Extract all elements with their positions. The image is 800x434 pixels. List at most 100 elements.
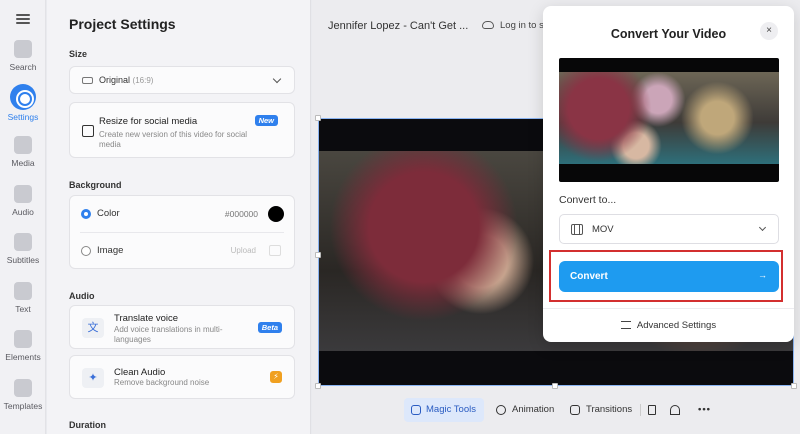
login-label: Log in to sa [500, 20, 550, 31]
rail-item-elements[interactable]: Elements [0, 330, 46, 376]
resize-icon [82, 125, 94, 137]
rail-item-label: Text [15, 304, 31, 314]
magic-tools-label: Magic Tools [426, 404, 476, 415]
size-value: Original [99, 75, 131, 85]
left-rail: Search Settings Media Audio Subtitles Te… [0, 0, 46, 434]
volume-icon [648, 405, 656, 415]
size-select[interactable]: Original (16:9) [69, 66, 295, 94]
translate-title: Translate voice [114, 313, 179, 324]
transitions-button[interactable]: Transitions [568, 398, 632, 422]
resize-handle[interactable] [315, 252, 321, 258]
size-heading: Size [69, 49, 88, 59]
rail-item-label: Subtitles [6, 255, 40, 265]
rail-item-label: Elements [5, 352, 41, 362]
thumbnail-image [559, 72, 779, 164]
chevron-down-icon [758, 223, 767, 232]
color-radio[interactable] [81, 209, 91, 219]
elements-icon [14, 330, 32, 348]
translate-desc: Add voice translations in multi-language… [114, 325, 223, 344]
film-icon [571, 224, 583, 235]
resize-handle[interactable] [552, 383, 558, 389]
new-badge: New [254, 115, 278, 126]
volume-button[interactable] [648, 398, 662, 422]
rail-item-media[interactable]: Media [0, 136, 46, 182]
text-icon [14, 282, 32, 300]
project-settings-panel: Project Settings Size Original (16:9) Re… [47, 0, 311, 434]
color-picker-icon[interactable] [268, 206, 284, 222]
subtitles-icon [14, 233, 32, 251]
project-title[interactable]: Jennifer Lopez - Can't Get ... [328, 20, 468, 32]
format-select[interactable]: MOV [559, 214, 779, 244]
advanced-settings-label: Advanced Settings [636, 320, 717, 331]
plus-icon [14, 136, 32, 154]
chevron-down-icon [272, 74, 282, 84]
background-color-option[interactable]: Color #000000 [70, 196, 294, 232]
resize-handle[interactable] [315, 115, 321, 121]
upload-label: Upload [230, 246, 256, 255]
panel-title: Project Settings [69, 16, 176, 32]
magic-tools-button[interactable]: Magic Tools [404, 398, 484, 422]
rail-item-subtitles[interactable]: Subtitles [0, 233, 46, 279]
hamburger-menu-icon[interactable] [16, 14, 30, 24]
advanced-settings-button[interactable]: Advanced Settings [543, 320, 794, 331]
search-icon [14, 40, 32, 58]
resize-handle[interactable] [791, 383, 797, 389]
color-label: Color [97, 208, 120, 219]
image-radio[interactable] [81, 246, 91, 256]
settings-icon [10, 84, 36, 110]
toolbar-divider [640, 404, 641, 416]
highlight-box [549, 250, 783, 302]
speedometer-icon [670, 405, 680, 415]
aspect-ratio-icon [82, 77, 93, 84]
transitions-icon [570, 405, 580, 415]
speed-button[interactable] [670, 398, 684, 422]
divider [543, 308, 794, 309]
more-options-button[interactable]: ••• [698, 398, 711, 422]
clean-audio-card[interactable]: ✦ Clean Audio Remove background noise ⚡ [69, 355, 295, 399]
transitions-label: Transitions [586, 404, 633, 415]
music-icon [14, 185, 32, 203]
bolt-icon: ⚡ [270, 371, 282, 383]
rail-item-templates[interactable]: Templates [0, 379, 46, 425]
rail-item-audio[interactable]: Audio [0, 185, 46, 231]
animation-label: Animation [512, 404, 555, 415]
rail-item-label: Media [11, 158, 35, 168]
beta-badge: Beta [257, 322, 282, 333]
size-ratio: (16:9) [132, 76, 154, 85]
sliders-icon [620, 321, 631, 329]
video-thumbnail [559, 58, 779, 182]
translate-icon: 文 [82, 318, 104, 338]
rail-item-label: Settings [7, 112, 39, 122]
animation-button[interactable]: Animation [494, 398, 554, 422]
rail-item-search[interactable]: Search [0, 40, 46, 86]
color-value[interactable]: #000000 [225, 209, 258, 219]
sparkle-icon: ✦ [82, 368, 104, 388]
resize-social-card[interactable]: Resize for social media Create new versi… [69, 102, 295, 158]
rail-item-label: Templates [3, 401, 43, 411]
rail-item-text[interactable]: Text [0, 282, 46, 328]
convert-to-label: Convert to... [559, 194, 617, 206]
upload-icon [269, 245, 281, 256]
animation-icon [496, 405, 506, 415]
rail-item-settings[interactable]: Settings [0, 84, 46, 130]
rail-item-label: Audio [12, 207, 34, 217]
format-value: MOV [592, 224, 614, 235]
clean-title: Clean Audio [114, 367, 166, 378]
audio-heading: Audio [69, 291, 95, 301]
background-image-option[interactable]: Image Upload [70, 233, 294, 269]
duration-heading: Duration [69, 420, 106, 430]
dialog-title: Convert Your Video [610, 27, 727, 41]
close-icon[interactable]: × [760, 22, 778, 40]
translate-voice-card[interactable]: 文 Translate voice Add voice translations… [69, 305, 295, 349]
resize-title: Resize for social media [99, 116, 198, 127]
cloud-icon [482, 21, 494, 29]
resize-desc: Create new version of this video for soc… [99, 130, 248, 149]
image-label: Image [97, 245, 124, 256]
background-card: Color #000000 Image Upload [69, 195, 295, 269]
rail-item-label: Search [9, 62, 37, 72]
resize-handle[interactable] [315, 383, 321, 389]
magic-wand-icon [411, 405, 421, 415]
clean-desc: Remove background noise [114, 378, 210, 387]
background-heading: Background [69, 180, 122, 190]
templates-icon [14, 379, 32, 397]
